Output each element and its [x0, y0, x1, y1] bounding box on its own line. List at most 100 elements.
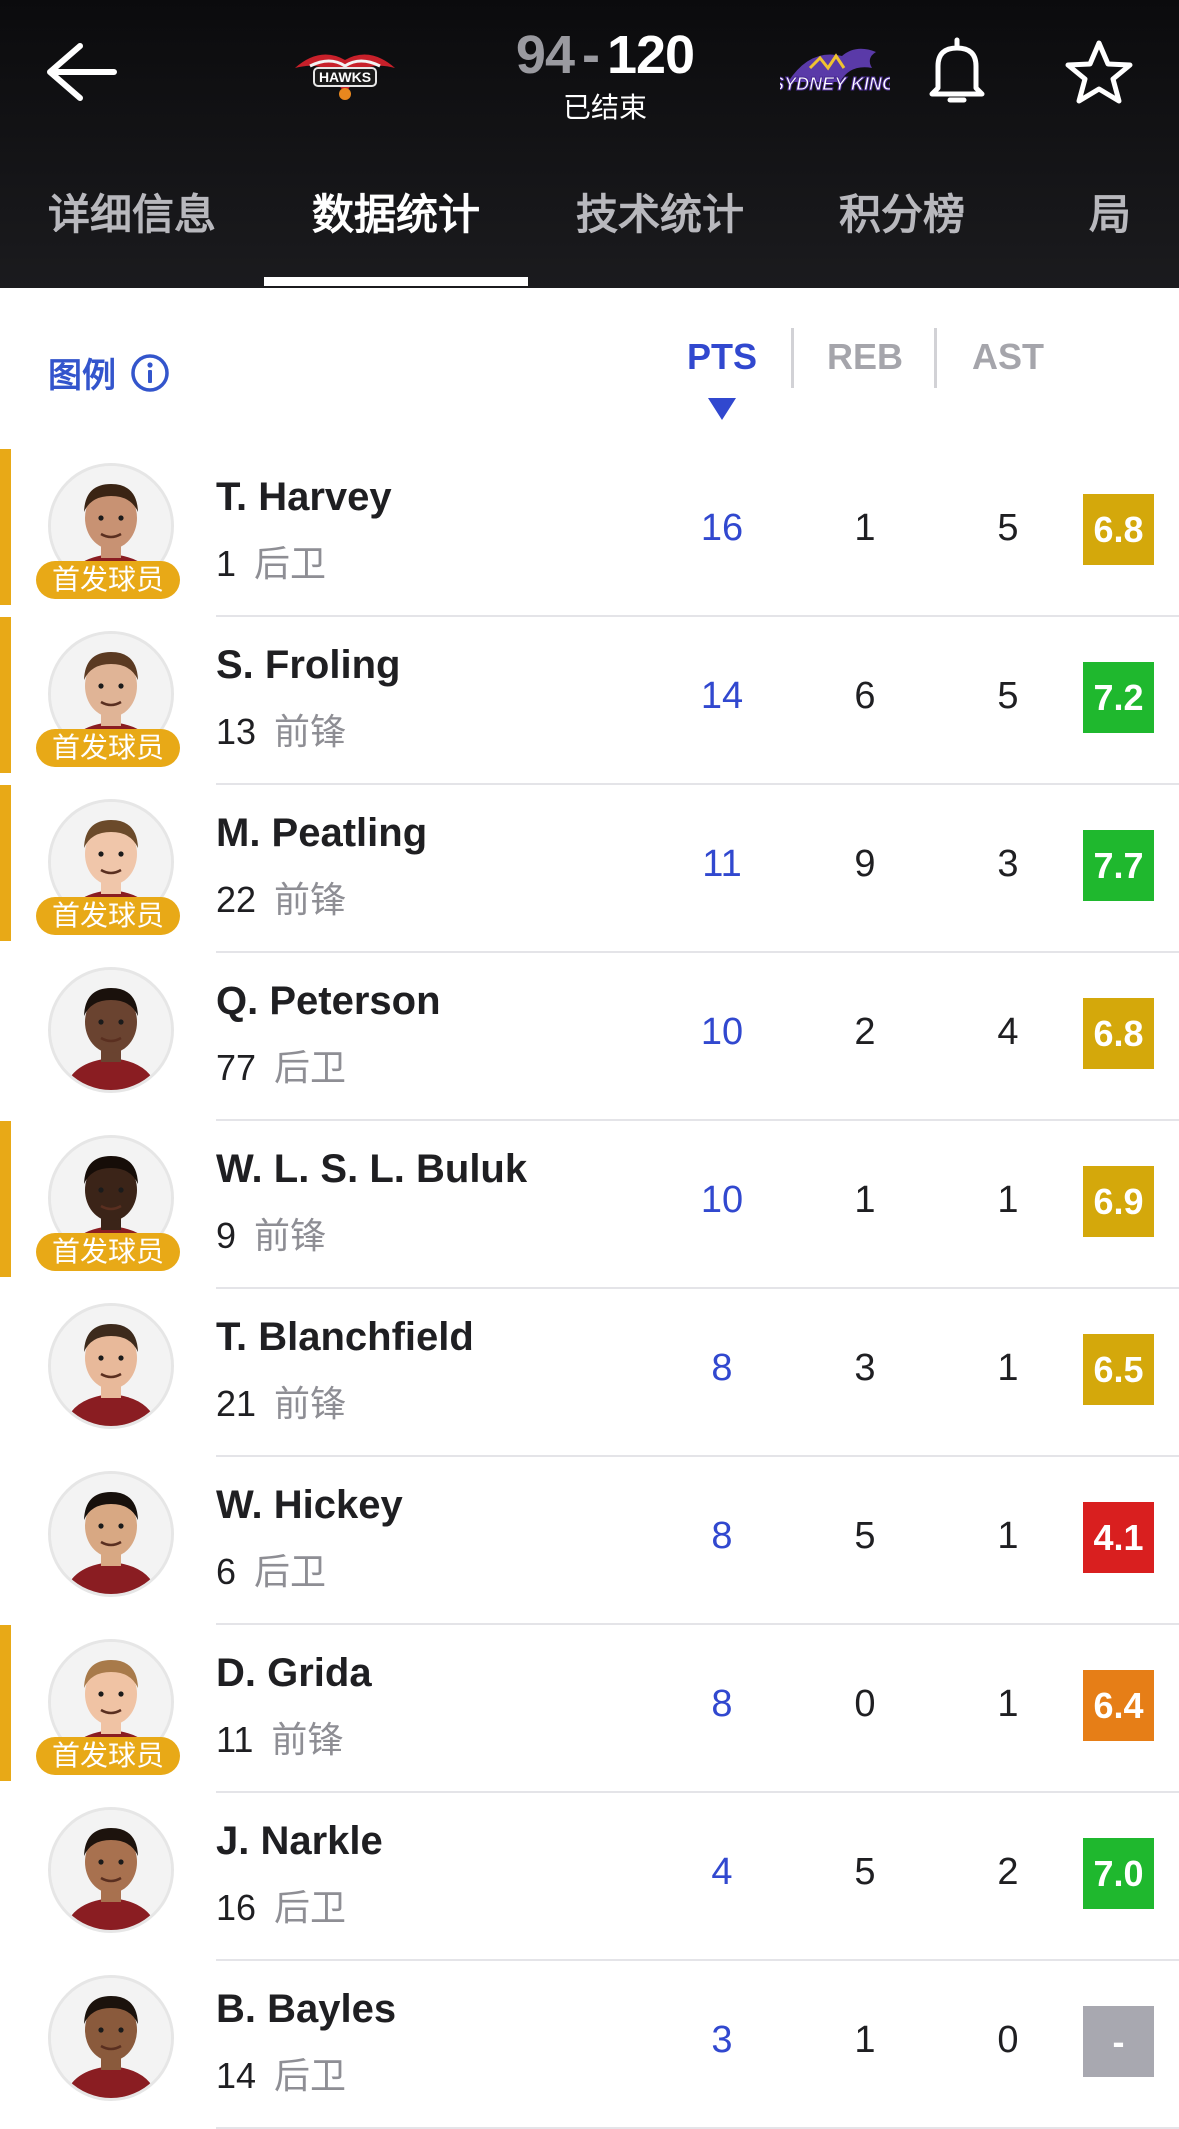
player-rating[interactable]: 4.1: [1083, 1502, 1154, 1573]
column-header-pts[interactable]: PTS: [672, 336, 772, 378]
player-position: 后卫: [254, 543, 327, 584]
score: 94-120: [460, 22, 750, 88]
player-position: 前锋: [254, 1215, 327, 1256]
star-icon[interactable]: [1064, 38, 1134, 106]
player-rating[interactable]: 6.8: [1083, 494, 1154, 565]
starter-badge: 首发球员: [36, 1737, 180, 1775]
starter-badge: 首发球员: [36, 897, 180, 935]
tab-stats[interactable]: 数据统计: [264, 180, 528, 288]
player-position: 前锋: [274, 879, 347, 920]
tab-standings[interactable]: 积分榜: [792, 180, 1012, 288]
stat-ast: 5: [997, 507, 1019, 549]
starter-badge: 首发球员: [36, 1233, 180, 1271]
stat-ast: 2: [997, 1851, 1019, 1893]
stat-pts: 8: [711, 1347, 733, 1389]
player-avatar[interactable]: [48, 1303, 174, 1429]
player-name: T. Blanchfield: [216, 1315, 474, 1359]
player-meta: 1 后卫: [216, 535, 326, 587]
player-position: 前锋: [274, 711, 347, 752]
legend-button[interactable]: 图例: [48, 348, 170, 397]
stat-pts: 16: [700, 507, 744, 549]
tab-quarters[interactable]: 局: [1050, 180, 1170, 288]
info-icon: [131, 353, 169, 392]
player-number: 77: [216, 1047, 257, 1088]
stat-pts: 8: [711, 1683, 733, 1725]
column-header-reb[interactable]: REB: [815, 336, 915, 378]
starter-indicator: [0, 1625, 11, 1781]
stat-pts: 10: [700, 1179, 744, 1221]
player-avatar[interactable]: [48, 1471, 174, 1597]
player-row[interactable]: 首发球员 T. Harvey 1 后卫 16 1 5 6.8: [0, 449, 1179, 617]
away-score: 120: [606, 25, 695, 85]
starter-badge: 首发球员: [36, 729, 180, 767]
tab-bar: 详细信息 数据统计 技术统计 积分榜 局: [0, 180, 1179, 288]
player-row[interactable]: B. Bayles 14 后卫 3 1 0 -: [0, 1961, 1179, 2129]
player-row[interactable]: 首发球员 D. Grida 11 前锋 8 0 1 6.4: [0, 1625, 1179, 1793]
player-rating[interactable]: -: [1083, 2006, 1154, 2077]
column-header-ast[interactable]: AST: [958, 336, 1058, 378]
player-meta: 9 前锋: [216, 1207, 326, 1259]
stat-pts: 14: [700, 675, 744, 717]
player-position: 后卫: [274, 2055, 347, 2096]
column-separator: [934, 328, 937, 388]
stat-reb: 1: [854, 507, 876, 549]
player-rating[interactable]: 6.5: [1083, 1334, 1154, 1405]
away-team-logo[interactable]: SYDNEY KINGS: [780, 38, 890, 104]
player-row[interactable]: 首发球员 M. Peatling 22 前锋 11 9 3 7.7: [0, 785, 1179, 953]
tab-tech-stats[interactable]: 技术统计: [528, 180, 792, 288]
bell-icon[interactable]: [924, 36, 990, 108]
player-meta: 11 前锋: [216, 1711, 343, 1763]
player-number: 14: [216, 2055, 257, 2096]
player-meta: 14 后卫: [216, 2047, 346, 2099]
stat-ast: 3: [997, 843, 1019, 885]
player-rating[interactable]: 7.0: [1083, 1838, 1154, 1909]
active-tab-indicator: [264, 277, 528, 286]
player-row[interactable]: J. Narkle 16 后卫 4 5 2 7.0: [0, 1793, 1179, 1961]
stat-ast: 1: [997, 1347, 1019, 1389]
player-rating[interactable]: 7.2: [1083, 662, 1154, 733]
stat-ast: 0: [997, 2019, 1019, 2061]
player-meta: 21 前锋: [216, 1375, 346, 1427]
player-row[interactable]: Q. Peterson 77 后卫 10 2 4 6.8: [0, 953, 1179, 1121]
player-row[interactable]: 首发球员 W. L. S. L. Buluk 9 前锋 10 1 1 6.9: [0, 1121, 1179, 1289]
stat-pts: 11: [702, 843, 742, 885]
player-name: M. Peatling: [216, 811, 428, 855]
player-row[interactable]: 首发球员 S. Froling 13 前锋 14 6 5 7.2: [0, 617, 1179, 785]
player-rating[interactable]: 6.9: [1083, 1166, 1154, 1237]
score-separator: -: [581, 25, 600, 85]
player-position: 前锋: [271, 1719, 344, 1760]
player-name: T. Harvey: [216, 475, 392, 519]
stat-ast: 4: [997, 1011, 1019, 1053]
player-number: 9: [216, 1215, 237, 1256]
player-number: 6: [216, 1551, 237, 1592]
home-logo-text: HAWKS: [319, 69, 371, 85]
tab-details[interactable]: 详细信息: [0, 180, 264, 288]
player-row[interactable]: T. Blanchfield 21 前锋 8 3 1 6.5: [0, 1289, 1179, 1457]
stat-pts: 8: [711, 1515, 733, 1557]
stat-ast: 1: [997, 1683, 1019, 1725]
stat-ast: 1: [997, 1515, 1019, 1557]
player-avatar[interactable]: [48, 1975, 174, 2101]
stat-reb: 5: [854, 1515, 876, 1557]
stat-ast: 5: [997, 675, 1019, 717]
stat-reb: 0: [854, 1683, 876, 1725]
player-number: 13: [216, 711, 257, 752]
player-row[interactable]: W. Hickey 6 后卫 8 5 1 4.1: [0, 1457, 1179, 1625]
home-team-logo[interactable]: HAWKS: [290, 38, 400, 104]
player-rating[interactable]: 6.8: [1083, 998, 1154, 1069]
back-arrow-icon[interactable]: [40, 40, 120, 104]
player-avatar[interactable]: [48, 1807, 174, 1933]
player-position: 后卫: [274, 1047, 347, 1088]
legend-label: 图例: [48, 357, 116, 395]
stat-pts: 3: [711, 2019, 733, 2061]
home-score: 94: [515, 25, 575, 85]
stat-reb: 6: [854, 675, 876, 717]
player-rating[interactable]: 6.4: [1083, 1670, 1154, 1741]
stat-reb: 1: [854, 2019, 876, 2061]
player-number: 22: [216, 879, 257, 920]
player-number: 1: [216, 543, 237, 584]
player-position: 后卫: [254, 1551, 327, 1592]
player-number: 16: [216, 1887, 257, 1928]
player-rating[interactable]: 7.7: [1083, 830, 1154, 901]
player-avatar[interactable]: [48, 967, 174, 1093]
